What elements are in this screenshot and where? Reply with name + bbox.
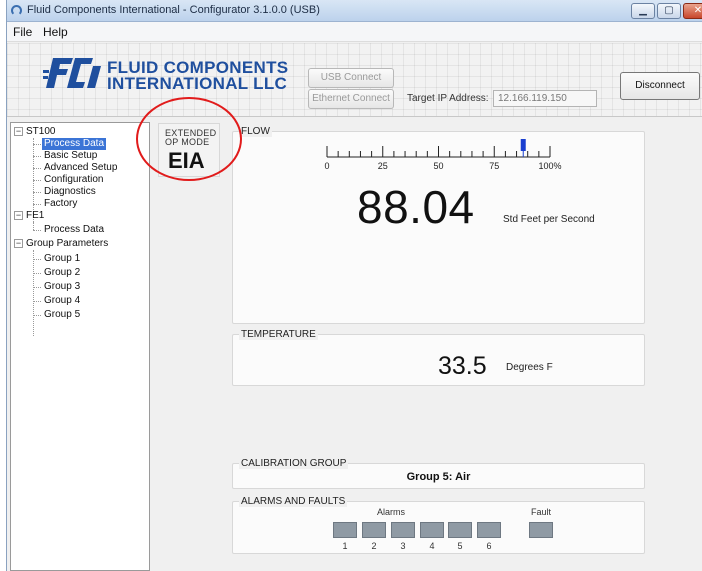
close-icon: ✕ — [693, 5, 702, 16]
flow-group: FLOW 0 25 50 75 100% 88.04 Std Feet per Seco… — [232, 126, 645, 324]
alarm-indicator-5 — [448, 522, 472, 538]
collapse-fe1-icon[interactable]: − — [14, 211, 23, 220]
minimize-button[interactable]: ▁ — [631, 3, 655, 19]
flow-value: 88.04 — [357, 181, 475, 233]
fault-label: Fault — [531, 507, 552, 517]
menu-file[interactable]: File — [13, 25, 32, 39]
tree-group-5[interactable]: Group 5 — [44, 309, 80, 321]
calibration-title: CALIBRATION GROUP — [239, 458, 349, 469]
fault-indicator — [529, 522, 553, 538]
tree-basic-setup[interactable]: Basic Setup — [44, 150, 97, 162]
process-data-panel: EXTENDED OP MODE EIA FLOW 0 25 50 75 100% 88… — [154, 118, 702, 571]
alarm-indicator-1 — [333, 522, 357, 538]
alarm-number: 2 — [371, 541, 377, 551]
scale-label: 100% — [538, 161, 561, 171]
alarm-number: 4 — [429, 541, 435, 551]
annotation-circle — [136, 97, 242, 181]
alarms-label: Alarms — [377, 507, 406, 517]
alarm-number: 5 — [457, 541, 463, 551]
company-logo: FLUID COMPONENTS INTERNATIONAL LLC — [43, 56, 288, 96]
alarm-number: 6 — [486, 541, 492, 551]
menu-bar: File Help — [7, 22, 702, 42]
tree-group-parameters[interactable]: Group Parameters — [26, 238, 108, 250]
alarm-indicator-3 — [391, 522, 415, 538]
disconnect-button[interactable]: Disconnect — [620, 72, 700, 100]
usb-connect-button[interactable]: USB Connect — [308, 68, 394, 88]
scale-label: 0 — [324, 161, 329, 171]
tree-group-4[interactable]: Group 4 — [44, 295, 80, 307]
collapse-st100-icon[interactable]: − — [14, 127, 23, 136]
tree-st100[interactable]: ST100 — [26, 126, 55, 138]
tree-st100-process-data[interactable]: Process Data — [42, 138, 107, 150]
calibration-group: CALIBRATION GROUP Group 5: Air — [232, 458, 645, 489]
flow-indicator — [520, 139, 526, 151]
alarms-faults-group: ALARMS AND FAULTS Alarms Fault 1 2 3 4 5… — [232, 496, 645, 554]
temperature-title: TEMPERATURE — [239, 329, 318, 340]
alarm-indicator-2 — [362, 522, 386, 538]
maximize-button[interactable]: ▢ — [657, 3, 681, 19]
app-icon — [11, 5, 22, 16]
tree-group-1[interactable]: Group 1 — [44, 253, 80, 265]
flow-scale: 0 25 50 75 100% — [324, 139, 562, 171]
alarms-faults-title: ALARMS AND FAULTS — [239, 496, 348, 507]
scale-label: 50 — [433, 161, 443, 171]
calibration-value: Group 5: Air — [406, 471, 471, 483]
tree-fe1[interactable]: FE1 — [26, 210, 44, 222]
alarm-indicator-4 — [420, 522, 444, 538]
scale-label: 75 — [489, 161, 499, 171]
tree-fe1-process-data[interactable]: Process Data — [44, 224, 104, 236]
tree-group-2[interactable]: Group 2 — [44, 267, 80, 279]
close-button[interactable]: ✕ — [683, 3, 702, 19]
minimize-icon: ▁ — [639, 5, 647, 16]
tree-advanced-setup[interactable]: Advanced Setup — [44, 162, 117, 174]
tree-configuration[interactable]: Configuration — [44, 174, 103, 186]
target-ip-input[interactable]: 12.166.119.150 — [493, 90, 597, 107]
tree-factory[interactable]: Factory — [44, 198, 77, 210]
tree-diagnostics[interactable]: Diagnostics — [44, 186, 96, 198]
logo-text-line2: INTERNATIONAL LLC — [107, 74, 288, 93]
header-panel: FLUID COMPONENTS INTERNATIONAL LLC USB C… — [7, 43, 702, 117]
ethernet-connect-button[interactable]: Ethernet Connect — [308, 89, 394, 109]
temperature-group: TEMPERATURE 33.5 Degrees F — [232, 329, 645, 386]
temperature-value: 33.5 — [438, 352, 487, 380]
menu-help[interactable]: Help — [43, 25, 68, 39]
alarm-number: 3 — [400, 541, 406, 551]
fci-logo-mark — [43, 58, 101, 88]
flow-unit: Std Feet per Second — [503, 214, 595, 225]
target-ip-label: Target IP Address: — [407, 93, 489, 104]
scale-label: 25 — [378, 161, 388, 171]
app-window: Fluid Components International - Configu… — [6, 0, 702, 571]
maximize-icon: ▢ — [664, 5, 674, 16]
window-title: Fluid Components International - Configu… — [27, 4, 320, 16]
tree-group-3[interactable]: Group 3 — [44, 281, 80, 293]
alarm-number: 1 — [342, 541, 348, 551]
device-tree: − ST100 Process Data Basic Setup Advance… — [10, 122, 150, 571]
title-bar: Fluid Components International - Configu… — [7, 0, 702, 22]
alarm-indicator-6 — [477, 522, 501, 538]
collapse-group-params-icon[interactable]: − — [14, 239, 23, 248]
temperature-unit: Degrees F — [506, 362, 553, 373]
